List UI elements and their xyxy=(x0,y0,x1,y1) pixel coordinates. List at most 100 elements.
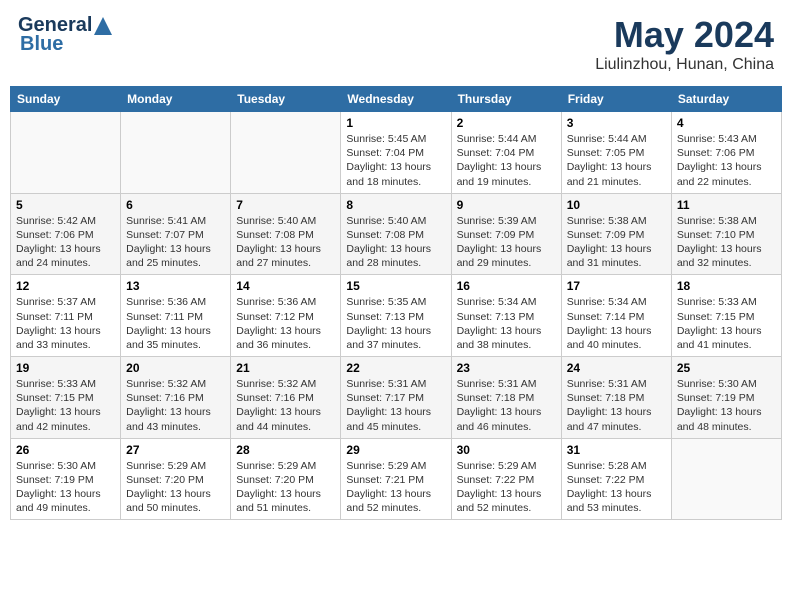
day-info: Sunrise: 5:29 AM Sunset: 7:22 PM Dayligh… xyxy=(457,459,556,516)
day-number: 8 xyxy=(346,198,445,212)
day-number: 3 xyxy=(567,116,666,130)
day-number: 21 xyxy=(236,361,335,375)
logo-triangle-icon xyxy=(94,17,112,35)
day-info: Sunrise: 5:38 AM Sunset: 7:10 PM Dayligh… xyxy=(677,214,776,271)
day-info: Sunrise: 5:40 AM Sunset: 7:08 PM Dayligh… xyxy=(236,214,335,271)
day-info: Sunrise: 5:37 AM Sunset: 7:11 PM Dayligh… xyxy=(16,295,115,352)
table-cell: 16 Sunrise: 5:34 AM Sunset: 7:13 PM Dayli… xyxy=(451,275,561,357)
table-cell: 6 Sunrise: 5:41 AM Sunset: 7:07 PM Daylig… xyxy=(121,193,231,275)
day-info: Sunrise: 5:45 AM Sunset: 7:04 PM Dayligh… xyxy=(346,132,445,189)
table-cell: 4 Sunrise: 5:43 AM Sunset: 7:06 PM Daylig… xyxy=(671,112,781,194)
table-cell: 20 Sunrise: 5:32 AM Sunset: 7:16 PM Dayli… xyxy=(121,357,231,439)
week-row-3: 12 Sunrise: 5:37 AM Sunset: 7:11 PM Dayli… xyxy=(11,275,782,357)
calendar-title: May 2024 xyxy=(595,14,774,56)
col-saturday: Saturday xyxy=(671,87,781,112)
day-number: 26 xyxy=(16,443,115,457)
col-sunday: Sunday xyxy=(11,87,121,112)
day-info: Sunrise: 5:32 AM Sunset: 7:16 PM Dayligh… xyxy=(236,377,335,434)
day-info: Sunrise: 5:38 AM Sunset: 7:09 PM Dayligh… xyxy=(567,214,666,271)
week-row-2: 5 Sunrise: 5:42 AM Sunset: 7:06 PM Daylig… xyxy=(11,193,782,275)
table-cell xyxy=(121,112,231,194)
col-friday: Friday xyxy=(561,87,671,112)
day-number: 5 xyxy=(16,198,115,212)
table-cell: 26 Sunrise: 5:30 AM Sunset: 7:19 PM Dayli… xyxy=(11,438,121,520)
table-cell xyxy=(11,112,121,194)
day-info: Sunrise: 5:29 AM Sunset: 7:21 PM Dayligh… xyxy=(346,459,445,516)
day-info: Sunrise: 5:40 AM Sunset: 7:08 PM Dayligh… xyxy=(346,214,445,271)
day-number: 4 xyxy=(677,116,776,130)
table-cell: 10 Sunrise: 5:38 AM Sunset: 7:09 PM Dayli… xyxy=(561,193,671,275)
table-cell: 13 Sunrise: 5:36 AM Sunset: 7:11 PM Dayli… xyxy=(121,275,231,357)
table-cell: 23 Sunrise: 5:31 AM Sunset: 7:18 PM Dayli… xyxy=(451,357,561,439)
title-section: May 2024 Liulinzhou, Hunan, China xyxy=(595,14,774,74)
day-info: Sunrise: 5:34 AM Sunset: 7:14 PM Dayligh… xyxy=(567,295,666,352)
day-info: Sunrise: 5:39 AM Sunset: 7:09 PM Dayligh… xyxy=(457,214,556,271)
day-number: 23 xyxy=(457,361,556,375)
day-info: Sunrise: 5:33 AM Sunset: 7:15 PM Dayligh… xyxy=(16,377,115,434)
day-info: Sunrise: 5:36 AM Sunset: 7:11 PM Dayligh… xyxy=(126,295,225,352)
table-cell: 8 Sunrise: 5:40 AM Sunset: 7:08 PM Daylig… xyxy=(341,193,451,275)
day-number: 15 xyxy=(346,279,445,293)
table-cell: 2 Sunrise: 5:44 AM Sunset: 7:04 PM Daylig… xyxy=(451,112,561,194)
table-cell: 28Sunrise: 5:29 AM Sunset: 7:20 PM Dayli… xyxy=(231,438,341,520)
day-info: Sunrise: 5:30 AM Sunset: 7:19 PM Dayligh… xyxy=(677,377,776,434)
table-cell: 1Sunrise: 5:45 AM Sunset: 7:04 PM Daylig… xyxy=(341,112,451,194)
day-info: Sunrise: 5:31 AM Sunset: 7:17 PM Dayligh… xyxy=(346,377,445,434)
day-info: Sunrise: 5:31 AM Sunset: 7:18 PM Dayligh… xyxy=(567,377,666,434)
week-row-1: 1Sunrise: 5:45 AM Sunset: 7:04 PM Daylig… xyxy=(11,112,782,194)
calendar-subtitle: Liulinzhou, Hunan, China xyxy=(595,56,774,74)
day-number: 24 xyxy=(567,361,666,375)
day-number: 11 xyxy=(677,198,776,212)
calendar-table: Sunday Monday Tuesday Wednesday Thursday… xyxy=(10,86,782,520)
col-thursday: Thursday xyxy=(451,87,561,112)
day-number: 17 xyxy=(567,279,666,293)
col-tuesday: Tuesday xyxy=(231,87,341,112)
day-number: 18 xyxy=(677,279,776,293)
day-number: 30 xyxy=(457,443,556,457)
table-cell: 31Sunrise: 5:28 AM Sunset: 7:22 PM Dayli… xyxy=(561,438,671,520)
table-cell: 21 Sunrise: 5:32 AM Sunset: 7:16 PM Dayli… xyxy=(231,357,341,439)
day-info: Sunrise: 5:42 AM Sunset: 7:06 PM Dayligh… xyxy=(16,214,115,271)
day-number: 10 xyxy=(567,198,666,212)
table-cell: 22 Sunrise: 5:31 AM Sunset: 7:17 PM Dayli… xyxy=(341,357,451,439)
table-cell: 24 Sunrise: 5:31 AM Sunset: 7:18 PM Dayli… xyxy=(561,357,671,439)
day-info: Sunrise: 5:41 AM Sunset: 7:07 PM Dayligh… xyxy=(126,214,225,271)
day-info: Sunrise: 5:28 AM Sunset: 7:22 PM Dayligh… xyxy=(567,459,666,516)
day-number: 25 xyxy=(677,361,776,375)
table-cell: 9 Sunrise: 5:39 AM Sunset: 7:09 PM Daylig… xyxy=(451,193,561,275)
day-number: 9 xyxy=(457,198,556,212)
table-cell: 3 Sunrise: 5:44 AM Sunset: 7:05 PM Daylig… xyxy=(561,112,671,194)
day-info: Sunrise: 5:44 AM Sunset: 7:05 PM Dayligh… xyxy=(567,132,666,189)
week-row-4: 19Sunrise: 5:33 AM Sunset: 7:15 PM Dayli… xyxy=(11,357,782,439)
table-cell: 7 Sunrise: 5:40 AM Sunset: 7:08 PM Daylig… xyxy=(231,193,341,275)
day-info: Sunrise: 5:31 AM Sunset: 7:18 PM Dayligh… xyxy=(457,377,556,434)
day-number: 6 xyxy=(126,198,225,212)
logo-blue-text: Blue xyxy=(18,33,63,56)
day-number: 14 xyxy=(236,279,335,293)
day-number: 12 xyxy=(16,279,115,293)
day-number: 2 xyxy=(457,116,556,130)
col-wednesday: Wednesday xyxy=(341,87,451,112)
day-number: 7 xyxy=(236,198,335,212)
day-info: Sunrise: 5:34 AM Sunset: 7:13 PM Dayligh… xyxy=(457,295,556,352)
day-info: Sunrise: 5:29 AM Sunset: 7:20 PM Dayligh… xyxy=(126,459,225,516)
day-number: 27 xyxy=(126,443,225,457)
day-info: Sunrise: 5:30 AM Sunset: 7:19 PM Dayligh… xyxy=(16,459,115,516)
table-cell: 29Sunrise: 5:29 AM Sunset: 7:21 PM Dayli… xyxy=(341,438,451,520)
day-number: 16 xyxy=(457,279,556,293)
table-cell: 18 Sunrise: 5:33 AM Sunset: 7:15 PM Dayli… xyxy=(671,275,781,357)
calendar-header-row: Sunday Monday Tuesday Wednesday Thursday… xyxy=(11,87,782,112)
day-info: Sunrise: 5:33 AM Sunset: 7:15 PM Dayligh… xyxy=(677,295,776,352)
day-info: Sunrise: 5:36 AM Sunset: 7:12 PM Dayligh… xyxy=(236,295,335,352)
table-cell: 25 Sunrise: 5:30 AM Sunset: 7:19 PM Dayli… xyxy=(671,357,781,439)
day-info: Sunrise: 5:44 AM Sunset: 7:04 PM Dayligh… xyxy=(457,132,556,189)
table-cell: 15 Sunrise: 5:35 AM Sunset: 7:13 PM Dayli… xyxy=(341,275,451,357)
day-info: Sunrise: 5:32 AM Sunset: 7:16 PM Dayligh… xyxy=(126,377,225,434)
day-number: 13 xyxy=(126,279,225,293)
day-info: Sunrise: 5:43 AM Sunset: 7:06 PM Dayligh… xyxy=(677,132,776,189)
table-cell: 5 Sunrise: 5:42 AM Sunset: 7:06 PM Daylig… xyxy=(11,193,121,275)
day-info: Sunrise: 5:35 AM Sunset: 7:13 PM Dayligh… xyxy=(346,295,445,352)
table-cell: 19Sunrise: 5:33 AM Sunset: 7:15 PM Dayli… xyxy=(11,357,121,439)
day-number: 20 xyxy=(126,361,225,375)
day-number: 22 xyxy=(346,361,445,375)
